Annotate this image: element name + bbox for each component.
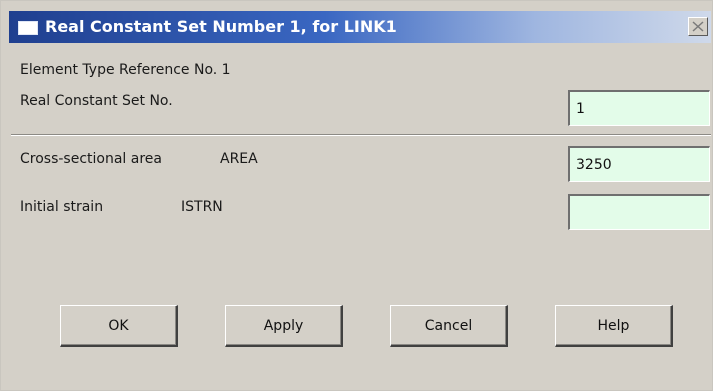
initial-strain-field[interactable] (568, 194, 710, 230)
strain-key-label: ISTRN (181, 199, 223, 215)
section-divider (11, 134, 711, 136)
help-button[interactable]: Help (555, 305, 673, 347)
title-bar[interactable]: Real Constant Set Number 1, for LINK1 (9, 11, 711, 43)
real-constant-dialog: Real Constant Set Number 1, for LINK1 El… (0, 0, 713, 391)
element-type-reference-label: Element Type Reference No. 1 (20, 62, 231, 78)
real-constant-set-label: Real Constant Set No. (20, 93, 173, 109)
area-key-label: AREA (220, 151, 258, 167)
close-icon (692, 21, 704, 32)
ok-button[interactable]: OK (60, 305, 178, 347)
cross-sectional-area-label: Cross-sectional area (20, 151, 162, 167)
cross-sectional-area-field[interactable] (568, 146, 710, 182)
cancel-button[interactable]: Cancel (390, 305, 508, 347)
apply-button[interactable]: Apply (225, 305, 343, 347)
real-constant-set-field[interactable] (568, 90, 710, 126)
close-button[interactable] (688, 17, 708, 36)
window-icon (18, 21, 38, 35)
initial-strain-label: Initial strain (20, 199, 104, 215)
window-title: Real Constant Set Number 1, for LINK1 (45, 17, 397, 36)
